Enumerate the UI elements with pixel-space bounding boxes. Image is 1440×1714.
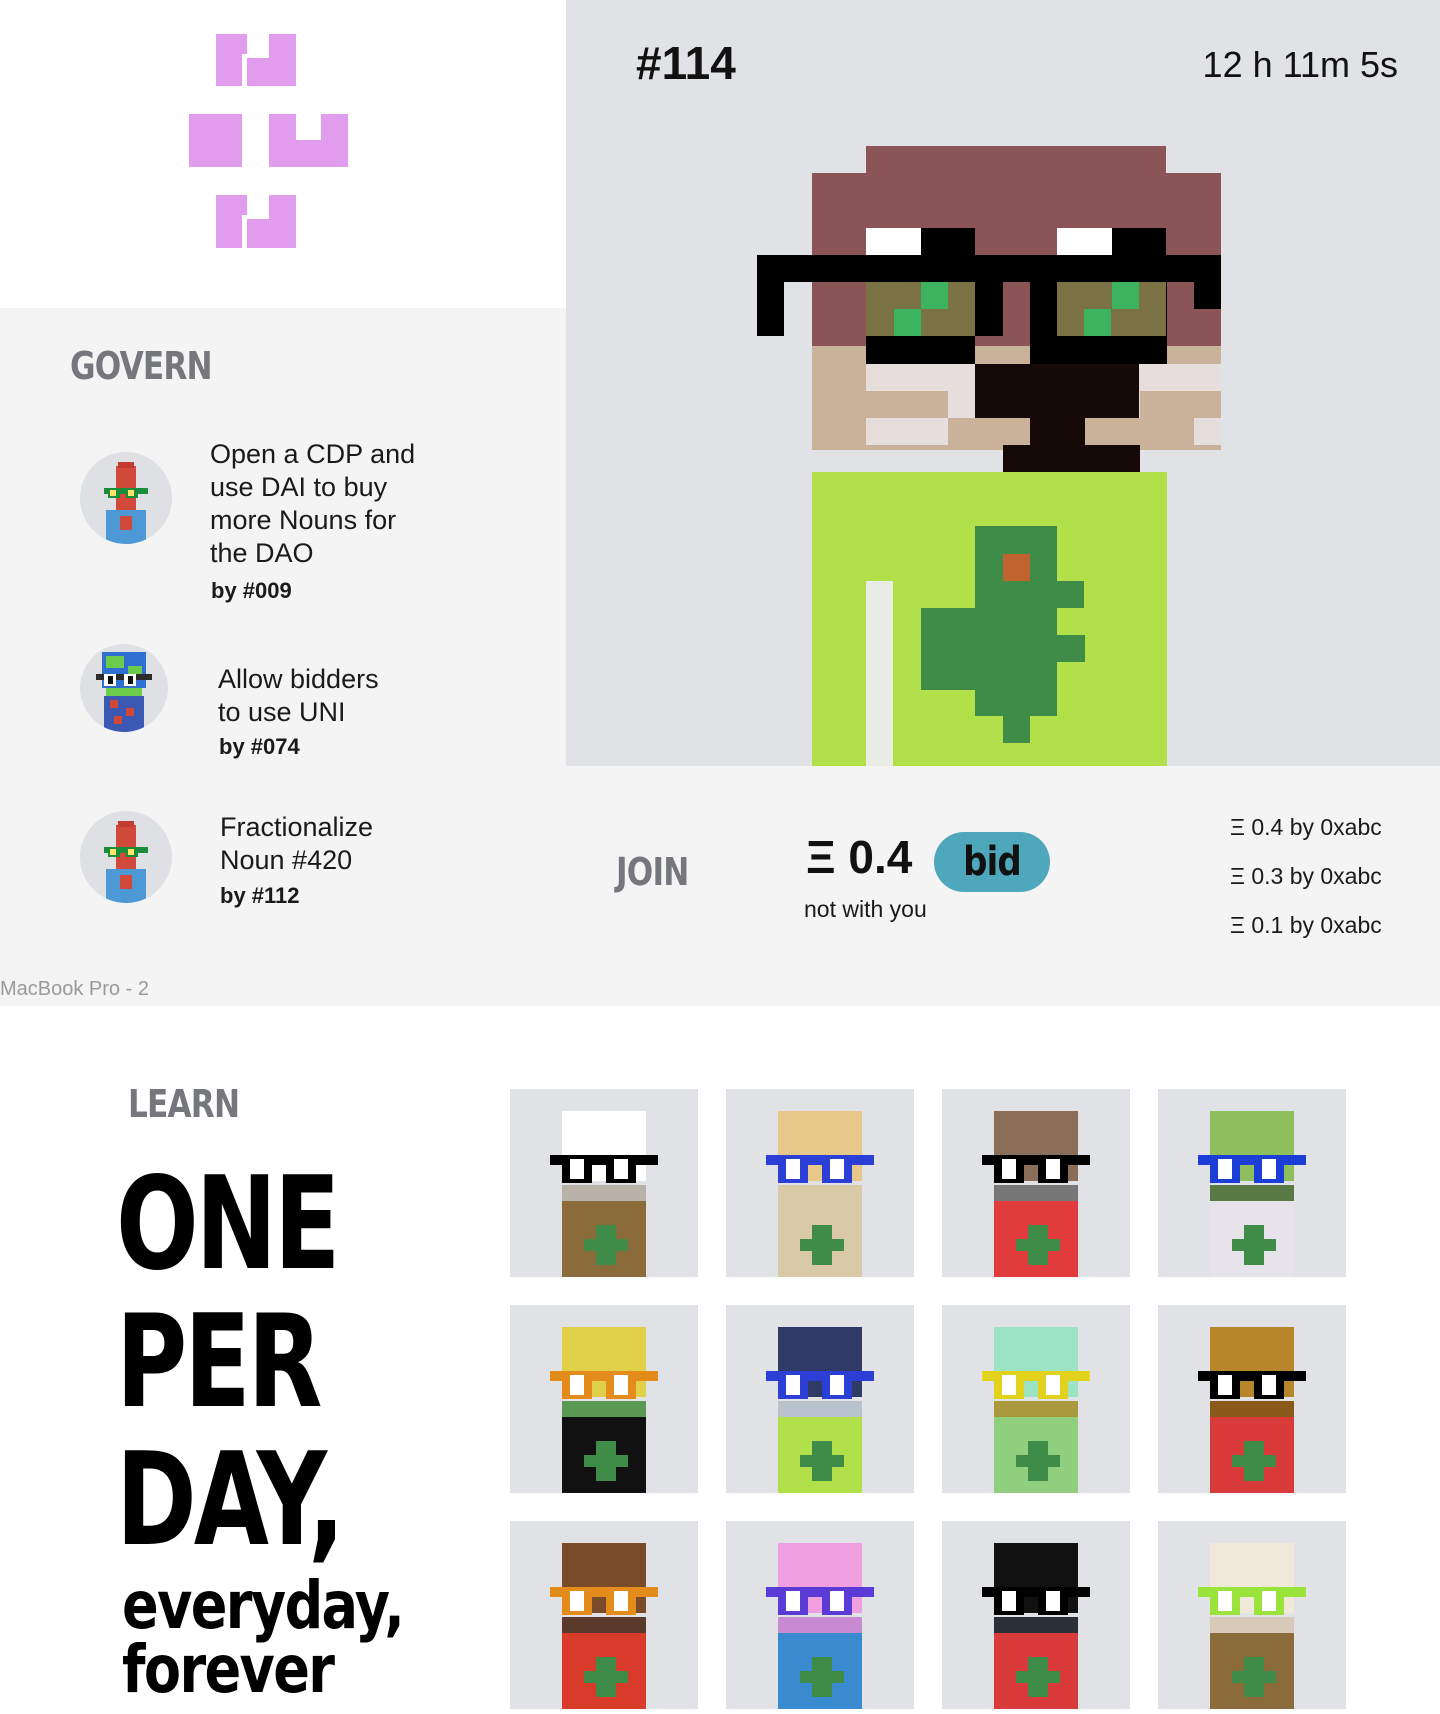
gallery-tile[interactable] bbox=[1158, 1521, 1346, 1709]
nouns-dao-logo[interactable] bbox=[189, 34, 351, 248]
noun-crow-shades-icon bbox=[982, 1543, 1090, 1709]
proposal-avatar[interactable] bbox=[80, 811, 172, 903]
proposal-title-line: Allow bidders bbox=[218, 664, 379, 694]
gallery-tile[interactable] bbox=[510, 1521, 698, 1709]
noun-114-image bbox=[757, 146, 1221, 766]
gallery-tile[interactable] bbox=[942, 1089, 1130, 1277]
govern-panel: GOVERN Open a CDP and use DAI to buy mor… bbox=[0, 308, 566, 1006]
govern-heading: GOVERN bbox=[70, 344, 213, 388]
gallery-tile[interactable] bbox=[726, 1305, 914, 1493]
gallery-tile[interactable] bbox=[1158, 1305, 1346, 1493]
proposal-title-line: Fractionalize bbox=[220, 812, 374, 842]
gallery-tile[interactable] bbox=[942, 1521, 1130, 1709]
noun-lock-shades-icon bbox=[1198, 1327, 1306, 1493]
noun-earth-icon bbox=[96, 652, 152, 732]
proposal-title-line: to use UNI bbox=[218, 697, 346, 727]
proposal-author: by #112 bbox=[220, 883, 300, 908]
noun-hat-orange-glasses-icon bbox=[550, 1543, 658, 1709]
noun-plant-french-glasses-icon bbox=[1198, 1111, 1306, 1277]
auction-hero: #114 12 h 11m 5s bbox=[566, 0, 1440, 766]
gallery-tile[interactable] bbox=[942, 1305, 1130, 1493]
proposal-author: by #074 bbox=[219, 734, 300, 759]
headline-line: PER bbox=[116, 1288, 323, 1437]
join-heading: JOIN bbox=[616, 850, 689, 894]
tagline: everyday, forever bbox=[122, 1567, 405, 1708]
proposal-title-line: use DAI to buy bbox=[210, 472, 388, 502]
proposal-avatar[interactable] bbox=[80, 644, 168, 732]
noun-pepper-orange-glasses-icon bbox=[550, 1327, 658, 1493]
tagline-line: everyday, bbox=[122, 1567, 405, 1644]
noun-donut-purple-glasses-icon bbox=[766, 1543, 874, 1709]
bid-status: not with you bbox=[804, 896, 927, 922]
gallery-tile[interactable] bbox=[510, 1089, 698, 1277]
headline-line: DAY, bbox=[116, 1426, 345, 1575]
learn-heading: LEARN bbox=[128, 1082, 240, 1126]
tagline-line: forever bbox=[122, 1631, 335, 1708]
gallery-tile[interactable] bbox=[726, 1521, 914, 1709]
headline: ONE PER DAY, bbox=[116, 1150, 345, 1575]
bid-history-item: Ξ 0.1 by 0xabc bbox=[1230, 912, 1382, 938]
proposal-author: by #009 bbox=[211, 578, 292, 603]
noun-hotdog-icon bbox=[104, 462, 148, 544]
proposal-title-line: the DAO bbox=[210, 538, 314, 568]
gallery-tile[interactable] bbox=[726, 1089, 914, 1277]
proposal-title[interactable]: Open a CDP and use DAI to buy more Nouns… bbox=[210, 438, 470, 570]
auction-countdown: 12 h 11m 5s bbox=[1202, 44, 1398, 85]
bid-history-item: Ξ 0.3 by 0xabc bbox=[1230, 863, 1382, 889]
proposal-title-line: Open a CDP and bbox=[210, 439, 416, 469]
noun-waffle-blue-glasses-icon bbox=[766, 1111, 874, 1277]
proposal-title-line: Noun #420 bbox=[220, 845, 353, 875]
noun-ice-cream-yellow-glasses-icon bbox=[982, 1327, 1090, 1493]
join-panel: JOIN Ξ 0.4 bid not with you Ξ 0.4 by 0xa… bbox=[566, 766, 1440, 1006]
gallery-tile[interactable] bbox=[510, 1305, 698, 1493]
headline-line: ONE bbox=[116, 1150, 340, 1299]
bid-history-item: Ξ 0.4 by 0xabc bbox=[1230, 814, 1382, 840]
noun-hotdog-icon bbox=[104, 821, 148, 903]
bid-button-label: bid bbox=[963, 839, 1022, 885]
current-bid-amount: Ξ 0.4 bbox=[806, 831, 913, 883]
logo-panel bbox=[0, 0, 566, 308]
frame-label: MacBook Pro - 2 bbox=[0, 978, 149, 1000]
noun-number: #114 bbox=[636, 37, 736, 89]
noun-goat-shades-icon bbox=[982, 1111, 1090, 1277]
bid-button[interactable]: bid bbox=[934, 832, 1050, 892]
noun-skull-green-glasses-icon bbox=[1198, 1543, 1306, 1709]
proposal-title[interactable]: Fractionalize Noun #420 bbox=[220, 811, 373, 877]
proposal-title[interactable]: Allow bidders to use UNI bbox=[218, 663, 379, 729]
proposal-avatar[interactable] bbox=[80, 452, 172, 544]
noun-monitor-blue-glasses-icon bbox=[766, 1327, 874, 1493]
gallery-tile[interactable] bbox=[1158, 1089, 1346, 1277]
noun-chef-shades-icon bbox=[550, 1111, 658, 1277]
proposal-title-line: more Nouns for bbox=[210, 505, 397, 535]
